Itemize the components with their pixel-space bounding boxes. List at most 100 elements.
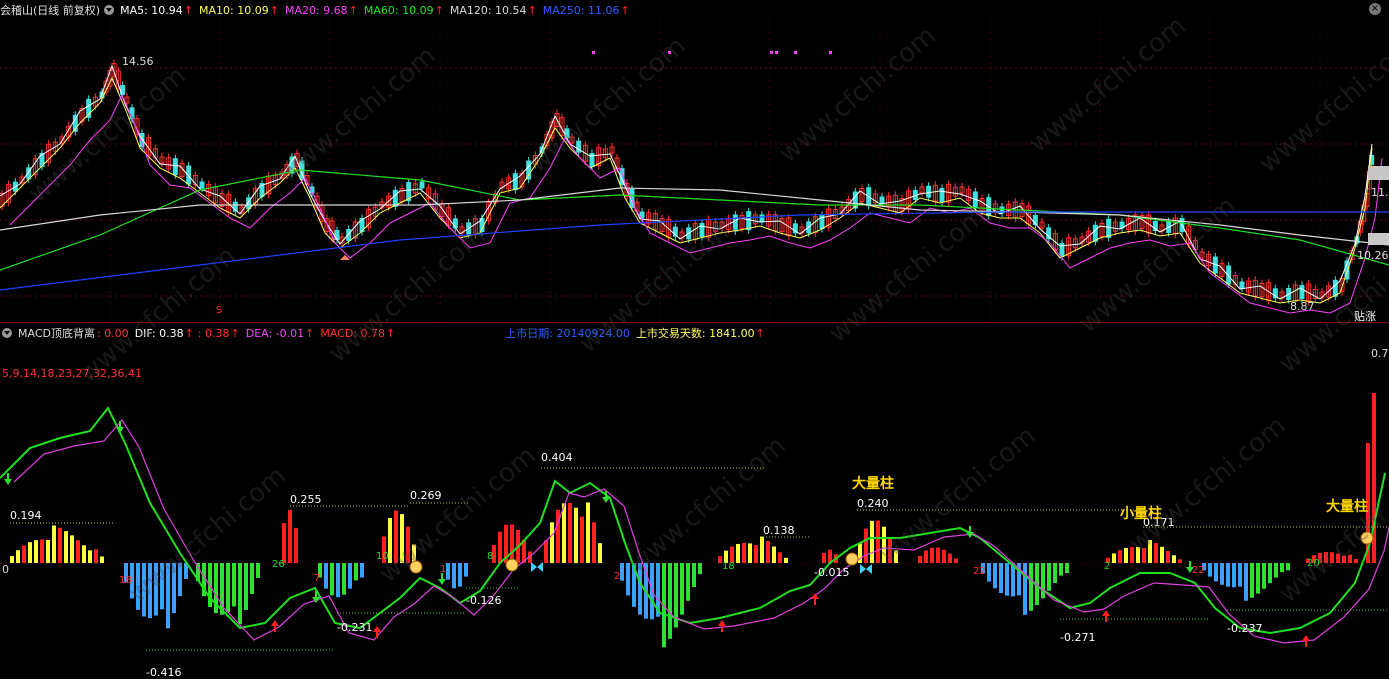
macd-bar [586,502,590,563]
macd-bar [754,545,758,563]
macd-bar [1268,563,1272,584]
count-label: 1 [440,564,447,575]
macd-panel[interactable]: MACD顶底背离 : 0.00 DIF: 0.38 ↑ : 0.38 ↑ DEA: … [0,322,1389,679]
macd-bar [52,525,56,563]
candlestick-panel[interactable]: 会稽山(日线 前复权) MA5: 10.94 ↑ MA10: 10.09 ↑ MA2… [0,0,1389,323]
macd-bar [1330,552,1334,563]
close-icon[interactable]: × [1369,3,1381,15]
price-box [1368,233,1389,245]
count-label: 20 [1307,558,1320,569]
candle-body [879,196,885,204]
macd-bar [698,563,702,575]
price-box [1368,166,1389,180]
macd-bar [562,503,566,563]
macd-bar [1342,555,1346,563]
zero-label: 0 [2,563,9,576]
coin-icon [505,558,519,572]
right-price-label: 11. [1371,186,1389,199]
macd-bar [864,528,868,563]
macd-bar [1214,563,1218,582]
arrow-up-icon: ↑ [755,326,765,340]
macd-bar [993,563,997,589]
macd-bar [784,557,788,563]
candle-body [452,218,458,229]
macd-bar [154,563,158,616]
macd-bar [692,563,696,588]
macd-bar [1029,563,1033,611]
candle-body [746,211,752,231]
macd-bar [282,522,286,563]
macd-bar [1118,550,1122,563]
trading-days: 上市交易天数: 1841.00 [635,327,755,340]
macd-bar [1226,563,1230,587]
macd-bar [882,526,886,563]
macd-bar [16,550,20,563]
macd-bar [324,563,328,589]
low-price-label: 8.87 [1290,300,1315,313]
macd-bar [1256,563,1260,594]
count-label: 26 [272,559,285,570]
macd-bar [226,563,230,613]
macd-bar [342,563,346,595]
macd-bar [1262,563,1266,589]
dropdown-icon[interactable] [104,5,115,15]
macd-bar [160,563,164,610]
macd-header: MACD顶底背离 : 0.00 DIF: 0.38 ↑ : 0.38 ↑ DEA: … [0,325,771,341]
macd-bar [766,541,770,563]
listing-date: 上市日期: 20140924.00 [505,327,630,340]
trough-label: -0.231 [337,621,373,634]
ma5-value: MA5: 10.94 [120,3,183,17]
peak-label: 0.269 [410,489,442,502]
macd-bar [40,539,44,563]
macd-bar [942,549,946,563]
count-label: 18 [119,575,132,586]
count-label: 22 [1192,565,1205,576]
dea-value: DEA: -0.01 [245,326,305,340]
macd-bar [172,563,176,614]
macd-bar [1172,555,1176,563]
macd-bar [1142,548,1146,563]
macd-bar [510,524,514,563]
macd-bar [148,563,152,619]
candlestick-chart[interactable] [0,0,1389,322]
macd-chart[interactable] [0,323,1389,674]
arrow-up-icon: ↑ [348,3,358,17]
macd-bar [34,540,38,563]
macd-bar [1220,563,1224,585]
candle-body [199,181,205,189]
macd-bar [1238,563,1242,587]
macd-bar [1154,543,1158,563]
macd-bar [736,543,740,563]
macd-bar [1166,550,1170,563]
big-volume-label: 大量柱 [1326,499,1368,515]
trough-label: -0.126 [466,594,502,607]
macd-bar [1208,563,1212,577]
macd-bar [136,563,140,610]
arrow-up-icon: ↑ [620,3,630,17]
dropdown-icon[interactable] [2,328,12,338]
sell-arrow [116,421,124,433]
peak-label: 0.240 [857,497,889,510]
macd-bar [1274,563,1278,578]
count-label: 8 [487,551,494,562]
arrow-up-icon: ↑ [527,3,537,17]
macd-bar [1354,558,1358,563]
macd-bar [894,550,898,563]
macd-bar [1047,563,1051,591]
macd-bar [668,563,672,639]
signal-dot [794,51,797,54]
macd-bar [778,552,782,563]
macd-bar [1136,546,1140,563]
candle-body [512,173,518,191]
macd-bar [626,563,630,596]
signal-dot [829,51,832,54]
macd-bar [412,544,416,563]
macd-bar [88,550,92,563]
macd-bar [1250,563,1254,598]
main-header: 会稽山(日线 前复权) MA5: 10.94 ↑ MA10: 10.09 ↑ MA2… [0,2,636,18]
macd-bar [348,563,352,589]
macd-bar [58,527,62,563]
peak-label: 0.255 [290,493,322,506]
macd-bar [1041,563,1045,599]
buy-arrow [1102,610,1110,622]
